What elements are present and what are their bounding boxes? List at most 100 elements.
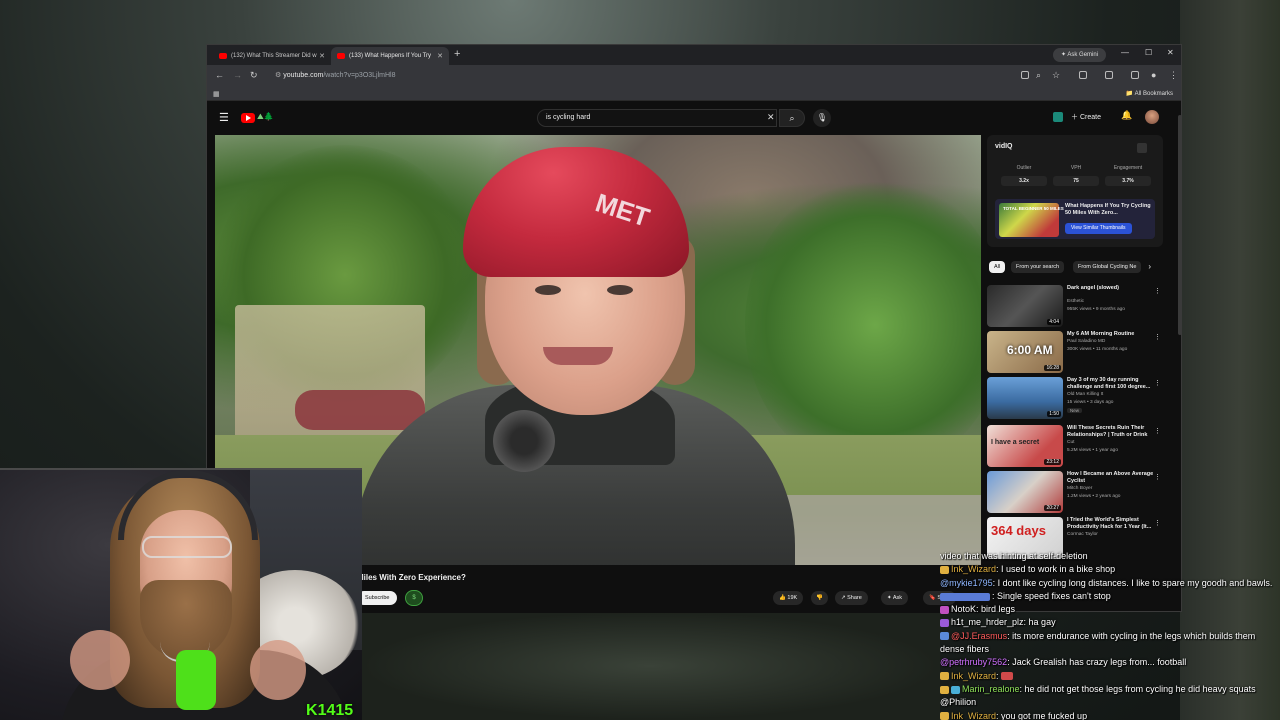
maximize-icon[interactable]: ☐ (1145, 48, 1152, 57)
chip-all[interactable]: All (989, 261, 1006, 273)
like-button[interactable]: 👍 19K (773, 591, 804, 605)
more-options-icon[interactable]: ⋮ (1154, 473, 1161, 481)
all-bookmarks-label: All Bookmarks (1134, 91, 1173, 97)
apps-grid-icon[interactable]: ▦ (213, 90, 220, 98)
vidiq-extension-icon[interactable] (1053, 112, 1063, 122)
minimize-icon[interactable]: — (1121, 48, 1129, 57)
list-item[interactable]: 1:50 Day 3 of my 30 day running challeng… (987, 377, 1163, 421)
extensions-puzzle-icon[interactable] (1131, 71, 1139, 79)
create-button[interactable]: ＋ Create (1071, 111, 1101, 125)
stat-value: 75 (1053, 176, 1099, 186)
chat-message: @Philion (940, 696, 1280, 709)
all-bookmarks-link[interactable]: 📁 All Bookmarks (1126, 90, 1173, 97)
close-tab-icon[interactable]: ✕ (319, 52, 325, 60)
youtube-header: ☰ ⛰🌲 is cycling hard ✕ ⌕ 🎙 ＋ Create 🔔 (207, 103, 1181, 133)
youtube-logo[interactable] (241, 113, 255, 123)
chat-username: @petrhruby7562 (940, 657, 1008, 668)
chat-message: Ink_Wizard: you got me fucked up (940, 710, 1280, 720)
chat-text: : I dont like cycling long distances. I … (992, 577, 1273, 588)
zoom-icon[interactable]: ⌕ (1036, 70, 1041, 81)
extension-icon[interactable] (1079, 71, 1087, 79)
vidiq-settings-icon[interactable] (1137, 143, 1147, 153)
channel-name: Cut (1067, 440, 1075, 445)
vidiq-video-card[interactable]: TOTAL BEGINNER 50 MILES What Happens If … (995, 199, 1155, 239)
youtube-doodle-icon[interactable]: ⛰🌲 (257, 112, 274, 122)
chip-from-search[interactable]: From your search (1011, 261, 1065, 273)
chat-badge-icon (940, 672, 949, 681)
video-title: Day 3 of my 30 day running challenge and… (1067, 377, 1151, 391)
chat-message: : Single speed fixes can't stop (940, 590, 1280, 603)
tab-2[interactable]: (133) What Happens If You Try ✕ (331, 47, 449, 65)
more-options-icon[interactable]: ⋮ (1154, 379, 1161, 387)
hamburger-menu-icon[interactable]: ☰ (219, 111, 229, 124)
background-bottom (360, 612, 940, 720)
new-badge: New (1067, 408, 1083, 413)
sidepanel-icon[interactable] (1105, 71, 1113, 79)
notifications-bell-icon[interactable]: 🔔 (1121, 110, 1132, 121)
close-window-icon[interactable]: ✕ (1167, 48, 1174, 57)
smile (543, 347, 613, 365)
kick-viewer-count: K1415 (306, 702, 353, 720)
background-car (295, 390, 425, 430)
chat-username: NotoK (951, 604, 977, 615)
list-item[interactable]: I have a secret 23:12 Will These Secrets … (987, 425, 1163, 469)
stat-value: 3.7% (1105, 176, 1151, 186)
subscribe-button[interactable]: Subscribe (357, 591, 398, 605)
list-item[interactable]: 6:00 AM 16:28 My 6 AM Morning Routine Pau… (987, 331, 1163, 375)
chat-badge-icon (940, 685, 949, 694)
channel-name: Paul Saladino MD (1067, 339, 1106, 344)
chat-message: h1t_me_hrder_plz: ha gay (940, 616, 1280, 629)
voice-search-icon[interactable]: 🎙 (813, 109, 831, 127)
chat-emote-icon (1001, 672, 1014, 681)
search-button[interactable]: ⌕ (779, 109, 805, 127)
view-similar-thumbnails-button[interactable]: View Similar Thumbnails (1065, 223, 1132, 234)
search-input[interactable]: is cycling hard (537, 109, 777, 127)
dislike-button[interactable]: 👎 (811, 591, 828, 605)
thumbnail-text: 364 days (991, 523, 1046, 538)
browser-menu-icon[interactable]: ⋮ (1169, 70, 1178, 81)
more-options-icon[interactable]: ⋮ (1154, 333, 1161, 341)
clear-search-icon[interactable]: ✕ (767, 112, 775, 123)
url-field[interactable]: ⚙ youtube.com/watch?v=p3O3LjlmHl8 (275, 69, 1015, 83)
chevron-right-icon[interactable]: › (1148, 262, 1151, 271)
hand-right (250, 640, 306, 700)
chat-message: video that was hinting at self-deletion (940, 550, 1280, 563)
chat-text: : Jack Grealish has crazy legs from... f… (1007, 657, 1187, 668)
chat-text: : (996, 670, 999, 681)
back-icon[interactable]: ← (215, 70, 224, 80)
list-item[interactable]: 20:27 How I Became an Above Average Cycl… (987, 471, 1163, 515)
new-tab-icon[interactable]: + (454, 48, 460, 60)
close-tab-icon[interactable]: ✕ (437, 52, 443, 60)
page-scrollbar[interactable] (1178, 115, 1182, 335)
video-meta: 300K views • 11 months ago (1067, 347, 1128, 352)
ask-button[interactable]: ✦ Ask (881, 591, 909, 605)
site-info-icon[interactable]: ⚙ (275, 72, 283, 79)
chat-text: : ha gay (1023, 617, 1056, 628)
chip-global-cycling[interactable]: From Global Cycling Ne (1073, 261, 1142, 273)
more-options-icon[interactable]: ⋮ (1154, 427, 1161, 435)
account-avatar[interactable] (1145, 110, 1159, 124)
thanks-button[interactable]: $ (405, 590, 423, 606)
forward-icon[interactable]: → (233, 70, 242, 80)
more-options-icon[interactable]: ⋮ (1154, 519, 1161, 527)
duration-badge: 16:28 (1044, 365, 1061, 371)
channel-name: Esthetic (1067, 299, 1085, 304)
chat-username: Ink_Wizard (951, 564, 997, 575)
video-thumbnail: 20:27 (987, 471, 1063, 513)
filter-chips: All From your search From Global Cycling… (987, 259, 1163, 275)
video-title: How I Became an Above Average Cyclist (1067, 471, 1154, 485)
tree-right (745, 175, 981, 475)
more-options-icon[interactable]: ⋮ (1154, 287, 1161, 295)
video-title: Dark angel (slowed) (1067, 285, 1119, 291)
list-item[interactable]: 4:04 Dark angel (slowed) Esthetic 955K v… (987, 285, 1163, 329)
share-button[interactable]: ↗ Share (835, 591, 868, 605)
chat-message: Ink_Wizard: (940, 670, 1280, 683)
cast-icon[interactable] (1021, 71, 1029, 79)
tab-1[interactable]: (132) What This Streamer Did w ✕ (213, 47, 331, 65)
ask-gemini-button[interactable]: ✦ Ask Gemini (1053, 48, 1107, 62)
vidiq-logo: vidIQ (995, 143, 1013, 150)
bookmark-star-icon[interactable]: ☆ (1052, 70, 1060, 81)
reload-icon[interactable]: ↻ (250, 70, 258, 81)
profile-icon[interactable]: ● (1151, 70, 1156, 80)
thumbs-up-icon: 👍 (779, 595, 786, 601)
